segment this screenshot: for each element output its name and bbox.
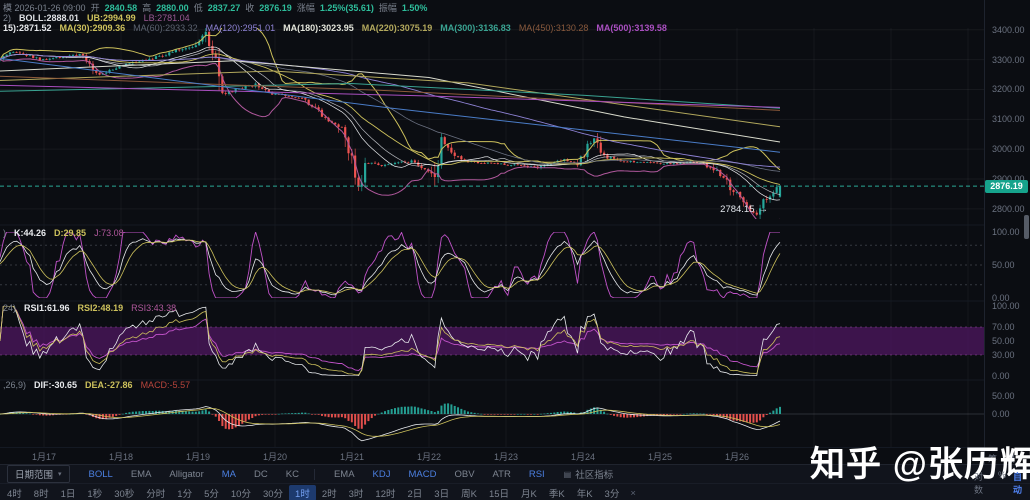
timeframe-button[interactable]: 4时 — [1, 485, 28, 500]
x-axis-label: 1月23 — [494, 450, 518, 463]
panel-indicator-button[interactable]: KDJ — [364, 468, 400, 481]
timeframe-button[interactable]: 月K — [515, 485, 543, 500]
scale-controls: 对数 % 自动 — [974, 470, 1030, 496]
long-ma-ma220 — [0, 71, 780, 127]
overlay-ma-layer — [0, 19, 780, 223]
overlay-indicator-button[interactable]: EMA — [122, 468, 161, 481]
panel-indicator-group: EMAKDJMACDOBVATRRSI — [325, 468, 554, 481]
community-indicators-button[interactable]: ▤ 社区指标 — [564, 467, 614, 481]
community-indicators-icon: ▤ — [564, 470, 572, 479]
trading-terminal: 模 2026-01-26 09:00开2840.58高2880.00低2837.… — [0, 0, 1030, 500]
community-indicators-label: 社区指标 — [575, 467, 613, 481]
current-price-badge: 2876.19 — [985, 180, 1028, 193]
y-axis-label: 50.00 — [992, 391, 1015, 401]
timeframe-button[interactable]: 年K — [571, 485, 599, 500]
timeframe-button[interactable]: 15日 — [483, 485, 515, 500]
scrollbar-handle[interactable] — [1024, 215, 1029, 239]
x-axis-label: 1月18 — [109, 450, 133, 463]
timeframe-button[interactable]: 1秒 — [81, 485, 108, 500]
indicator-toolbar-row: 日期范围 ▾ BOLLEMAAlligatorMADCKC EMAKDJMACD… — [0, 465, 1030, 484]
panel-indicator-button[interactable]: MACD — [399, 468, 445, 481]
y-axis-label: 70.00 — [992, 322, 1015, 332]
overlay-indicator-button[interactable]: Alligator — [160, 468, 212, 481]
overlay-indicator-button[interactable]: MA — [213, 468, 245, 481]
y-axis-label: 50.00 — [992, 260, 1015, 270]
y-axis-label: 0.00 — [992, 409, 1010, 419]
rsi-band-layer — [0, 327, 984, 355]
timeframe-button[interactable]: 3日 — [428, 485, 455, 500]
y-axis-label: 0.00 — [992, 371, 1010, 381]
timeframe-button[interactable]: 30秒 — [108, 485, 140, 500]
x-axis-label: 1月24 — [571, 450, 595, 463]
long-ma-ma500 — [0, 85, 780, 107]
overlay-indicator-button[interactable]: KC — [277, 468, 308, 481]
overlay-indicator-group: BOLLEMAAlligatorMADCKC — [80, 468, 308, 481]
date-range-label: 日期范围 — [15, 467, 53, 481]
x-axis-label: 1月20 — [263, 450, 287, 463]
y-axis-label: 3100.00 — [992, 114, 1025, 124]
auto-scale-toggle[interactable]: 自动 — [1013, 470, 1030, 496]
y-axis-label: 100.00 — [992, 301, 1020, 311]
y-axis-label: 30.00 — [992, 350, 1015, 360]
timeframe-button[interactable]: 季K — [543, 485, 571, 500]
time-axis[interactable]: 1月17 1月18 1月19 1月20 1月21 1月22 1月23 1月24 1月25 1月26 — [0, 448, 984, 464]
panel-indicator-button[interactable]: EMA — [325, 468, 364, 481]
date-range-button[interactable]: 日期范围 ▾ — [7, 465, 70, 483]
y-axis-label: 100.00 — [992, 227, 1020, 237]
timeframe-button[interactable]: 2日 — [402, 485, 429, 500]
x-axis-label: 1月26 — [725, 450, 749, 463]
timeframe-button[interactable]: 1分 — [171, 485, 198, 500]
timeframe-button[interactable]: 分时 — [140, 485, 171, 500]
y-axis-label: 3400.00 — [992, 25, 1025, 35]
x-axis-label: 1月21 — [340, 450, 364, 463]
timeframe-button[interactable]: 3分 — [599, 485, 626, 500]
timeframe-toolbar-row: 4时8时1日1秒30秒分时1分5分10分30分1时2时3时12时2日3日周K15… — [0, 484, 1030, 500]
timeframe-button[interactable]: 2时 — [316, 485, 343, 500]
overlay-indicator-button[interactable]: DC — [245, 468, 277, 481]
panel-indicator-button[interactable]: OBV — [445, 468, 483, 481]
timeframe-button[interactable]: 8时 — [28, 485, 55, 500]
long-ma-ma450 — [0, 76, 780, 110]
panel-indicator-button[interactable]: ATR — [484, 468, 520, 481]
panel-indicator-button[interactable]: RSI — [520, 468, 554, 481]
timeframe-button[interactable]: 12时 — [369, 485, 401, 500]
timeframe-button[interactable]: 5分 — [198, 485, 225, 500]
timeframe-button[interactable]: 3时 — [343, 485, 370, 500]
log-scale-toggle[interactable]: 对数 — [974, 470, 991, 496]
x-axis-label: 1月25 — [648, 450, 672, 463]
x-axis-label: 1月17 — [32, 450, 56, 463]
y-axis-label: 50.00 — [992, 336, 1015, 346]
y-axis-label: 3200.00 — [992, 84, 1025, 94]
percent-scale-toggle[interactable]: % — [998, 470, 1006, 496]
current-price-value: 2876.19 — [990, 181, 1023, 191]
x-axis-label: 1月22 — [417, 450, 441, 463]
toolbar-divider — [314, 469, 315, 480]
y-axis-label: 3000.00 — [992, 144, 1025, 154]
x-axis-label: 1月19 — [186, 450, 210, 463]
timeframe-button[interactable]: 周K — [455, 485, 483, 500]
timeframe-group: 4时8时1日1秒30秒分时1分5分10分30分1时2时3时12时2日3日周K15… — [1, 485, 641, 500]
timeframe-button[interactable]: 30分 — [257, 485, 289, 500]
y-axis-label: 2800.00 — [992, 204, 1025, 214]
macd-layer — [0, 403, 781, 440]
chart-canvas[interactable] — [0, 0, 1030, 464]
bottom-toolbar: 日期范围 ▾ BOLLEMAAlligatorMADCKC EMAKDJMACD… — [0, 464, 1030, 500]
timeframe-button[interactable]: × — [625, 487, 641, 500]
y-axis-label: 3300.00 — [992, 55, 1025, 65]
chevron-down-icon: ▾ — [58, 470, 62, 478]
timeframe-button[interactable]: 1日 — [55, 485, 82, 500]
overlay-indicator-button[interactable]: BOLL — [80, 468, 122, 481]
timeframe-button[interactable]: 1时 — [289, 485, 316, 500]
long-ma-trend-blue — [0, 58, 780, 152]
timeframe-button[interactable]: 10分 — [225, 485, 257, 500]
